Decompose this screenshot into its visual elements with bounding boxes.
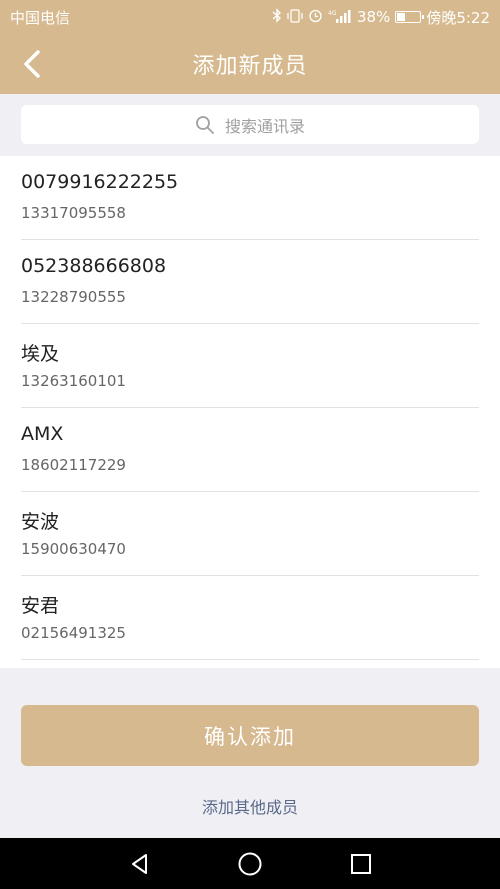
recents-square-icon[interactable] [346,849,376,879]
contact-row[interactable]: 埃及 13263160101 [21,324,479,408]
contact-name: 安君 [21,595,60,617]
bluetooth-icon [272,8,282,26]
contact-name: 0079916222255 [21,171,179,193]
contact-list: 0079916222255 13317095558 052388666808 1… [0,156,500,668]
svg-text:4G: 4G [328,10,337,17]
battery-icon [395,11,425,23]
clock: 傍晚5:22 [426,8,490,27]
contact-row[interactable]: 安波 15900630470 [21,492,479,576]
contact-row[interactable]: 052388666808 13228790555 [21,240,479,324]
battery-percent: 38% [356,8,391,26]
contact-phone: 02156491325 [21,624,126,642]
back-button[interactable] [14,46,50,82]
carrier-label: 中国电信 [10,8,71,27]
header-bar: 添加新成员 [0,34,500,94]
contact-name: 埃及 [21,343,60,365]
contact-row[interactable]: 安君 02156491325 [21,576,479,660]
status-icons: 4G 38% 傍晚5:22 [272,7,490,28]
confirm-add-button[interactable]: 确认添加 [21,705,479,766]
vibrate-icon [287,8,303,26]
contact-phone: 13263160101 [21,372,126,390]
search-input[interactable]: 搜索通讯录 [21,105,479,144]
search-icon [196,115,214,134]
search-placeholder: 搜索通讯录 [224,116,305,136]
alarm-icon [308,8,323,26]
home-circle-icon[interactable] [235,849,265,879]
status-bar: 中国电信 4G 38% 傍晚5:22 [0,0,500,34]
contact-name: 052388666808 [21,255,167,277]
contact-phone: 15900630470 [21,540,126,558]
chevron-left-icon [24,50,40,78]
contact-phone: 13228790555 [21,288,126,306]
page-title: 添加新成员 [192,54,308,79]
contact-row[interactable]: AMX 18602117229 [21,408,479,492]
contact-phone: 13317095558 [21,204,126,222]
signal-icon: 4G [328,9,352,26]
back-triangle-icon[interactable] [125,849,155,879]
contact-phone: 18602117229 [21,456,126,474]
system-navigation-bar [0,838,500,889]
contact-name: AMX [21,423,64,445]
add-other-members-link[interactable]: 添加其他成员 [0,794,500,818]
search-area: 搜索通讯录 [0,94,500,156]
contact-row[interactable]: 0079916222255 13317095558 [21,156,479,240]
contact-name: 安波 [21,511,60,533]
